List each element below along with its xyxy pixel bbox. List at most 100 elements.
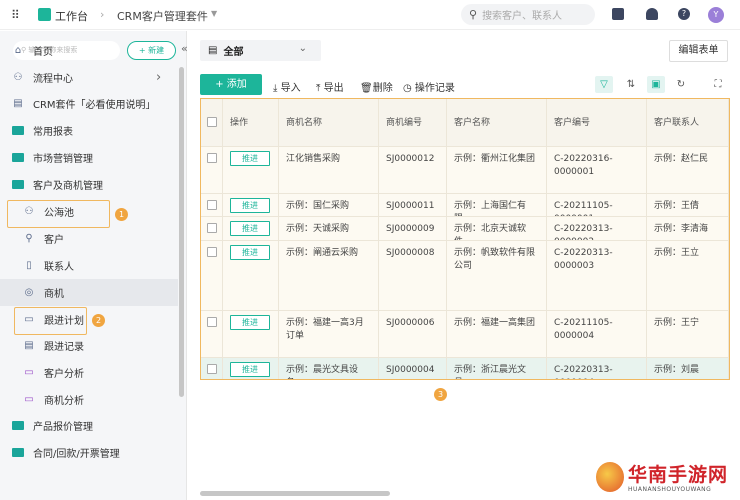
workspace-link[interactable]: 工作台 <box>55 8 88 24</box>
sidebar-item-1[interactable]: ⚇ 流程中心 › <box>0 64 178 91</box>
sidebar-item-label: 商机 <box>44 289 64 300</box>
sidebar-item-5[interactable]: 客户及商机管理 <box>0 171 178 198</box>
sidebar-item-7[interactable]: ⚲ 客户 <box>0 225 178 252</box>
delete-label: 删除 <box>372 83 393 94</box>
sidebar-item-11[interactable]: ▤ 跟进记录 <box>0 332 178 359</box>
sidebar-scrollbar[interactable] <box>179 67 184 397</box>
checkbox-cell <box>201 358 223 379</box>
row-checkbox[interactable] <box>206 317 217 327</box>
table-cell: 示例：浙江晨光文具... <box>447 358 547 379</box>
collapse-sidebar-icon[interactable]: « <box>181 42 188 55</box>
app-title[interactable]: CRM客户管理套件 <box>117 8 208 24</box>
column-header: 商机名称 <box>279 99 379 146</box>
fullscreen-icon[interactable]: ⛶ <box>709 76 727 93</box>
push-button[interactable]: 推进 <box>230 315 270 330</box>
row-height-icon[interactable]: ▣ <box>647 76 665 93</box>
import-icon: ⤓ <box>273 83 278 94</box>
action-cell: 推进 <box>223 217 279 240</box>
apps-grid-icon[interactable]: ⠿ <box>11 9 23 21</box>
sidebar-item-3[interactable]: 常用报表 <box>0 117 178 144</box>
folder-icon <box>12 421 24 430</box>
action-cell: 推进 <box>223 194 279 216</box>
sort-icon[interactable]: ⇅ <box>622 76 640 93</box>
action-cell: 推进 <box>223 311 279 357</box>
sidebar-item-8[interactable]: ▯ 联系人 <box>0 252 178 279</box>
table-cell: SJ0000011 <box>379 194 447 216</box>
table-row[interactable]: 推进 示例：阐通云采购 SJ0000008 示例：帆致软件有限公司 C-20220313… <box>201 241 729 311</box>
column-header: 客户名称 <box>447 99 547 146</box>
opportunity-icon: ◎ <box>24 286 34 298</box>
export-button[interactable]: ⤒ 导出 <box>316 79 344 94</box>
annotation-badge-3: 3 <box>434 388 447 401</box>
table-row[interactable]: 推进 示例：福建一高3月订单 SJ0000006 示例：福建一高集团 C-2021110… <box>201 311 729 358</box>
operation-log-button[interactable]: ◷ 操作记录 <box>403 79 455 94</box>
table-row[interactable]: 推进 江化销售采购 SJ0000012 示例：衢州江化集团 C-20220316-000… <box>201 147 729 194</box>
notebook-icon[interactable] <box>612 8 624 20</box>
user-icon: ⚲ <box>25 232 33 244</box>
notification-bell-icon[interactable] <box>646 8 658 20</box>
global-search-input[interactable]: ⚲ 搜索客户、联系人 <box>461 4 595 25</box>
import-button[interactable]: ⤓ 导入 <box>273 79 301 94</box>
table-cell: 示例：李清海 <box>647 217 729 240</box>
export-label: 导出 <box>323 83 344 94</box>
refresh-icon[interactable]: ↻ <box>672 76 690 93</box>
table-cell: 示例：福建一高3月订单 <box>279 311 379 357</box>
sidebar-item-label: 常用报表 <box>33 127 73 138</box>
folder-icon <box>12 153 24 162</box>
horizontal-scrollbar[interactable] <box>200 491 390 496</box>
add-button[interactable]: + 添加 <box>200 74 262 95</box>
table-cell: SJ0000004 <box>379 358 447 379</box>
sidebar-item-9[interactable]: ◎ 商机 <box>0 279 178 306</box>
import-label: 导入 <box>280 83 301 94</box>
checkbox-cell <box>201 217 223 240</box>
table-row[interactable]: 推进示例：国仁采购SJ0000011示例：上海国仁有限...C-20211105… <box>201 194 729 217</box>
sidebar-item-13[interactable]: ▭ 商机分析 <box>0 386 178 413</box>
sidebar-item-label: 流程中心 <box>33 74 73 85</box>
list-view-icon: ▤ <box>208 45 218 56</box>
push-button[interactable]: 推进 <box>230 151 270 166</box>
action-cell: 推进 <box>223 241 279 310</box>
chevron-down-icon: ⌄ <box>298 43 307 54</box>
push-button[interactable]: 推进 <box>230 198 270 213</box>
delete-button[interactable]: 🗑删除 <box>360 79 393 94</box>
folder-icon <box>12 448 24 457</box>
sidebar-item-label: 联系人 <box>44 262 74 273</box>
push-button[interactable]: 推进 <box>230 362 270 377</box>
chevron-right-icon[interactable]: › <box>156 70 161 85</box>
table-row[interactable]: 推进示例：天诚采购SJ0000009示例：北京天诚软件...C-20220313… <box>201 217 729 241</box>
sidebar-item-label: 商机分析 <box>44 396 84 407</box>
highlight-box-1 <box>7 200 110 228</box>
edit-form-button[interactable]: 编辑表单 <box>669 40 728 62</box>
row-checkbox[interactable] <box>206 200 217 210</box>
action-cell: 推进 <box>223 358 279 379</box>
filter-icon[interactable]: ▽ <box>595 76 613 93</box>
sidebar-item-15[interactable]: 合同/回款/开票管理 <box>0 439 178 466</box>
row-checkbox[interactable] <box>206 117 217 127</box>
view-selector[interactable]: ▤ 全部 ⌄ <box>200 40 321 61</box>
sidebar-item-2[interactable]: ▤ CRM套件「必看使用说明」 <box>0 90 178 117</box>
table-cell: 江化销售采购 <box>279 147 379 193</box>
push-button[interactable]: 推进 <box>230 245 270 260</box>
sidebar-item-4[interactable]: 市场营销管理 <box>0 144 178 171</box>
opportunity-table: 操作 商机名称 商机编号 客户名称 客户编号 客户联系人 推进 江化销售采购 SJ0000012… <box>200 98 730 380</box>
trash-icon: 🗑 <box>360 83 373 94</box>
sidebar-item-12[interactable]: ▭ 客户分析 <box>0 359 178 386</box>
avatar[interactable]: Y <box>708 7 724 23</box>
table-cell: 示例：王宁 <box>647 311 729 357</box>
sidebar-item-14[interactable]: 产品报价管理 <box>0 412 178 439</box>
row-checkbox[interactable] <box>206 153 217 163</box>
highlight-box-2 <box>14 307 87 335</box>
table-cell: 示例：王倩 <box>647 194 729 216</box>
workflow-icon: ⚇ <box>13 71 23 83</box>
table-row[interactable]: 推进示例：晨光文具设备...SJ0000004示例：浙江晨光文具...C-202… <box>201 358 729 379</box>
caret-down-icon[interactable]: ▼ <box>211 9 217 18</box>
operation-log-label: 操作记录 <box>414 83 455 94</box>
workspace-logo-icon <box>38 8 51 21</box>
sidebar-item-label: 跟进记录 <box>44 342 84 353</box>
sidebar-item-0[interactable]: ⌂ 首页 <box>0 37 178 64</box>
row-checkbox[interactable] <box>206 364 217 374</box>
row-checkbox[interactable] <box>206 247 217 257</box>
help-icon[interactable]: ? <box>678 8 690 20</box>
row-checkbox[interactable] <box>206 223 217 233</box>
push-button[interactable]: 推进 <box>230 221 270 236</box>
